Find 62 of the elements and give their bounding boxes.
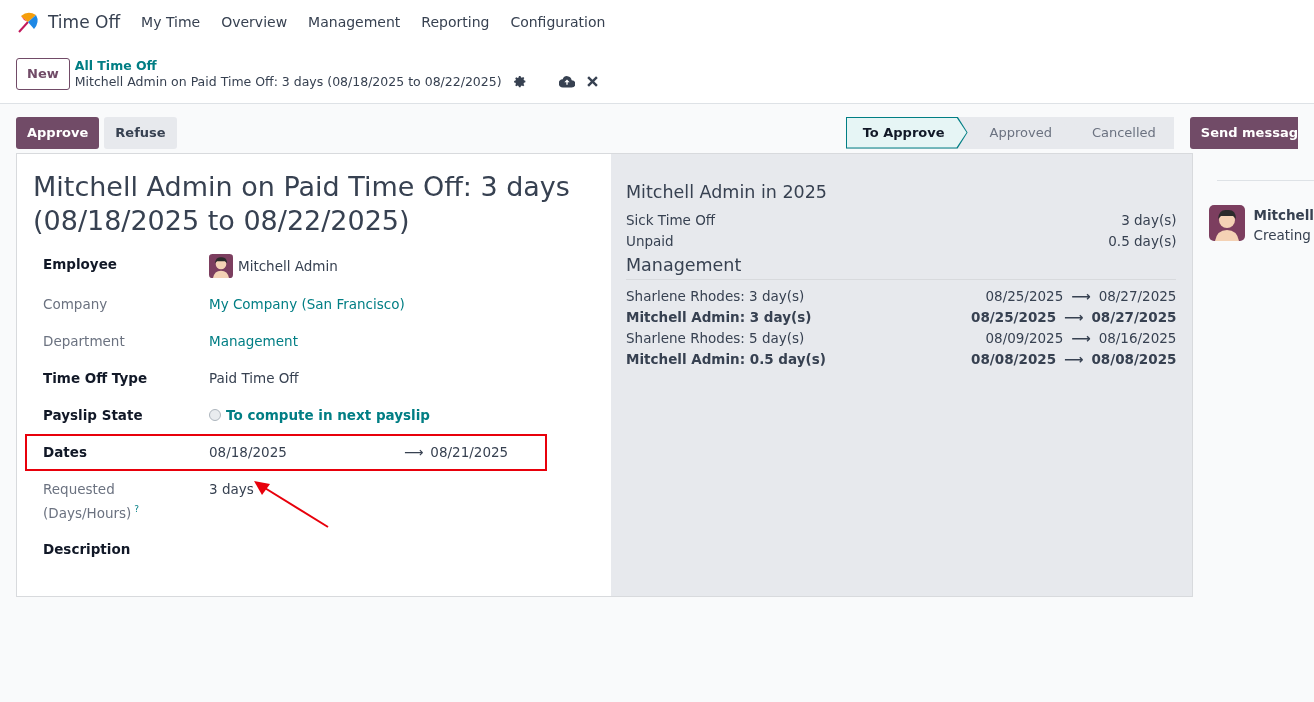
- leave-start: 08/25/2025: [971, 308, 1057, 327]
- menu-item[interactable]: Management: [308, 14, 401, 30]
- arrow-glyph: ⟶: [1064, 350, 1084, 369]
- umbrella-logo-icon[interactable]: [16, 10, 40, 34]
- field-label: Time Off Type: [43, 369, 149, 388]
- avatar-icon: [209, 254, 233, 278]
- field-label: Description: [43, 539, 132, 559]
- menu-item[interactable]: Configuration: [510, 14, 606, 30]
- leave-name: Mitchell Admin: 3 day(s): [626, 308, 812, 327]
- menu-item[interactable]: My Time: [141, 14, 201, 30]
- app-name[interactable]: Time Off: [48, 12, 121, 32]
- arrow-glyph: ⟶: [1071, 329, 1091, 348]
- allocation-name: Unpaid: [626, 232, 674, 251]
- status-step[interactable]: To Approve: [845, 116, 968, 149]
- field-link[interactable]: My Company (San Francisco): [209, 294, 405, 314]
- menu-item[interactable]: Reporting: [421, 14, 490, 30]
- leave-end: 08/08/2025: [1091, 350, 1177, 369]
- close-icon[interactable]: [586, 76, 598, 87]
- settings-icon[interactable]: [513, 75, 527, 88]
- breadcrumb-link[interactable]: All Time Off: [74, 57, 598, 74]
- leave-name: Mitchell Admin: 0.5 day(s): [626, 350, 826, 369]
- cloud-upload-icon[interactable]: [558, 75, 575, 88]
- arrow-glyph: ⟶: [1064, 308, 1084, 327]
- leave-name: Sharlene Rhodes: 5 day(s): [626, 329, 805, 348]
- leave-start: 08/25/2025: [985, 287, 1064, 306]
- department-title: Management: [626, 255, 1177, 280]
- allocation-name: Sick Time Off: [626, 211, 716, 230]
- allocation-amount: 0.5 day(s): [1108, 232, 1177, 251]
- record-title: Mitchell Admin on Paid Time Off: 3 days (08/18/2025 to 08/22/2025): [74, 73, 502, 90]
- leave-start: 08/09/2025: [985, 329, 1064, 348]
- field-label: Company: [43, 295, 109, 314]
- summary-title: Mitchell Admin in 2025: [626, 182, 828, 202]
- allocation-amount: 3 day(s): [1121, 211, 1177, 230]
- start-date-field[interactable]: 08/18/2025: [209, 442, 399, 462]
- arrow-glyph: ⟶: [404, 443, 424, 462]
- field-label: Employee: [43, 255, 118, 274]
- field-value: 3 days: [209, 480, 254, 499]
- field-label: Requested (Days/Hours) $^{?}$: [43, 480, 141, 523]
- menu-item[interactable]: Overview: [221, 14, 288, 30]
- leave-end: 08/27/2025: [1098, 287, 1177, 306]
- leave-start: 08/08/2025: [971, 350, 1057, 369]
- arrow-glyph: ⟶: [1071, 287, 1091, 306]
- user-avatar-icon: [1209, 205, 1246, 241]
- field-label: Dates: [43, 443, 88, 462]
- new-button[interactable]: New: [16, 57, 70, 90]
- leave-end: 08/27/2025: [1091, 308, 1177, 327]
- message-text: Creating: [1253, 226, 1312, 245]
- field-value: Paid Time Off: [209, 369, 299, 388]
- field-label: Department: [43, 332, 126, 351]
- end-date-field[interactable]: 08/21/2025: [430, 442, 509, 462]
- radio-label[interactable]: To compute in next payslip: [226, 405, 430, 425]
- leave-name: Sharlene Rhodes: 3 day(s): [626, 287, 805, 306]
- send-message-button[interactable]: Send messag: [1189, 116, 1298, 149]
- refuse-button[interactable]: Refuse: [104, 116, 177, 149]
- approve-button[interactable]: Approve: [16, 116, 100, 149]
- message-author: Mitchell: [1253, 206, 1314, 225]
- form-title: Mitchell Admin on Paid Time Off: 3 days (08/18/2025 to 08/22/2025): [33, 170, 571, 238]
- field-label: Payslip State: [43, 406, 144, 425]
- field-value[interactable]: Mitchell Admin: [238, 256, 338, 276]
- leave-end: 08/16/2025: [1098, 329, 1177, 348]
- radio-button[interactable]: [209, 409, 221, 421]
- field-link[interactable]: Management: [209, 331, 298, 351]
